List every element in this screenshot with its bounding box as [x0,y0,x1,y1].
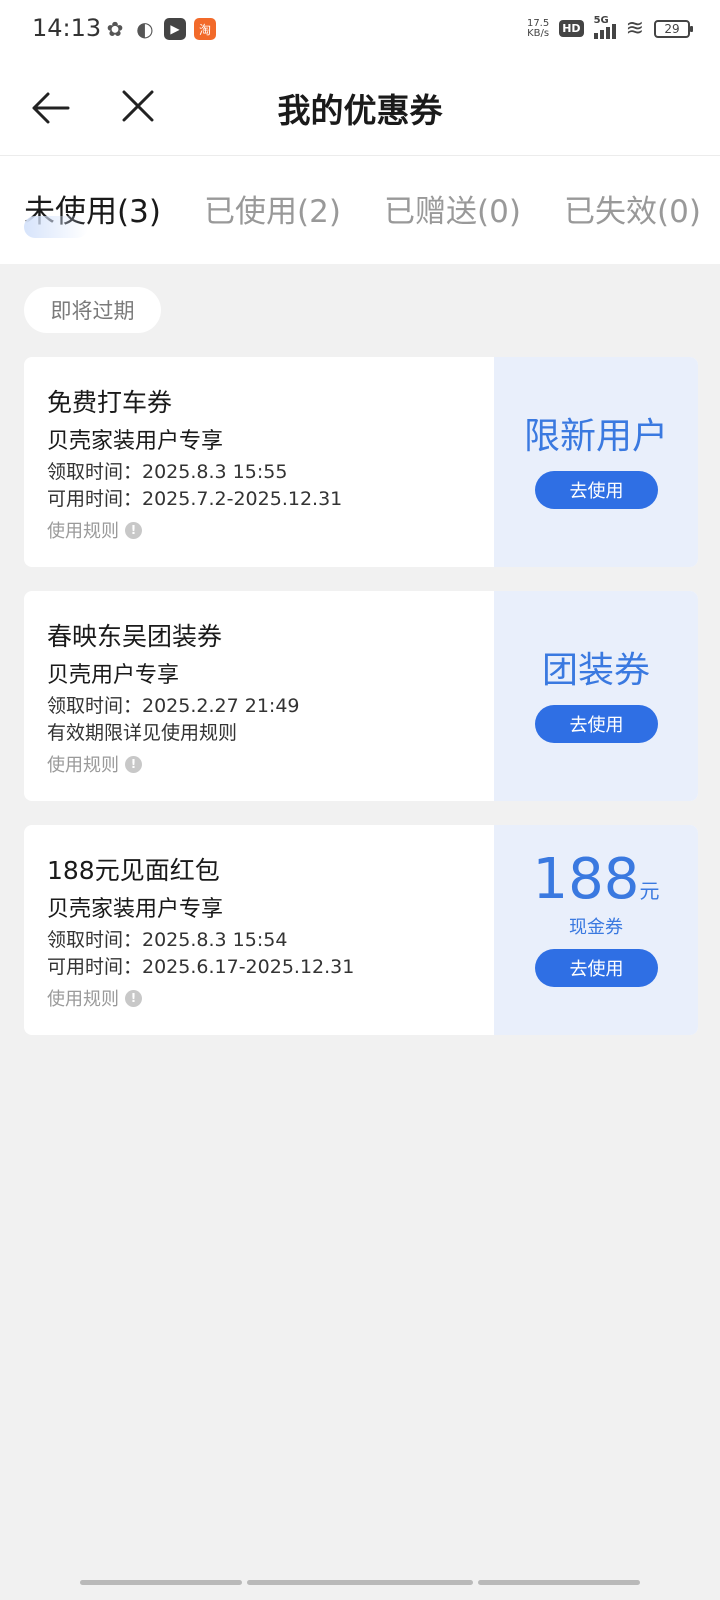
coupon-details: 春映东吴团装券 贝壳用户专享 领取时间：2025.2.27 21:49 有效期限… [24,591,494,801]
navigation-bar [0,1570,720,1600]
coupon-status-tabs: 未使用(3) 已使用(2) 已赠送(0) 已失效(0) [0,156,720,264]
browser-icon: ◐ [136,17,154,41]
expiring-soon-chip[interactable]: 即将过期 [24,287,161,333]
coupon-subtitle: 贝壳家装用户专享 [47,429,224,454]
page-title: 我的优惠券 [277,91,443,130]
network-speed-unit: KB/s [527,27,550,39]
tab-expired[interactable]: 已失效(0) [564,186,701,231]
wifi-icon: ≋ [625,16,644,41]
active-tab-indicator [24,216,88,238]
battery-icon: 29 [654,19,693,38]
nav-segment[interactable] [247,1580,473,1585]
coupon-details: 免费打车券 贝壳家装用户专享 领取时间：2025.8.3 15:55 可用时间：… [24,357,494,567]
coupon-received-time: 领取时间：2025.8.3 15:54 [47,929,288,951]
network-speed-value: 17.5 [526,17,550,29]
tab-gifted[interactable]: 已赠送(0) [384,186,521,231]
taobao-icon: 淘 [194,18,216,40]
coupon-amount-value: 188 [532,847,640,912]
nav-segment [80,1580,242,1585]
coupon-title: 188元见面红包 [47,856,220,885]
coupon-card[interactable]: 免费打车券 贝壳家装用户专享 领取时间：2025.8.3 15:55 可用时间：… [24,357,698,567]
coupon-valid-time: 有效期限详见使用规则 [47,722,238,744]
info-icon: ! [125,521,142,539]
coupon-side-panel: 188元 现金券 去使用 [494,825,698,1035]
use-coupon-button[interactable]: 去使用 [535,705,658,743]
tab-used[interactable]: 已使用(2) [204,186,341,231]
coupon-side-panel: 团装券 去使用 [494,591,698,801]
status-time: 14:13 [32,14,102,42]
wechat-icon: ✿ [106,17,124,41]
coupon-valid-time: 可用时间：2025.6.17-2025.12.31 [47,956,355,978]
video-app-icon: ▶ [164,18,186,40]
info-icon: ! [125,755,142,773]
usage-rules-link[interactable]: 使用规则 ! [47,985,142,1011]
coupon-amount-label: 现金券 [569,917,623,938]
notification-icons: ✿ ◐ ▶ 淘 [104,17,216,41]
info-icon: ! [125,989,142,1007]
coupon-subtitle: 贝壳家装用户专享 [47,897,224,922]
coupon-details: 188元见面红包 贝壳家装用户专享 领取时间：2025.8.3 15:54 可用… [24,825,494,1035]
usage-rules-label: 使用规则 [47,521,119,542]
coupon-card[interactable]: 春映东吴团装券 贝壳用户专享 领取时间：2025.2.27 21:49 有效期限… [24,591,698,801]
battery-level: 29 [664,21,680,36]
use-coupon-button[interactable]: 去使用 [535,949,658,987]
coupon-amount-unit: 元 [639,879,660,903]
coupon-amount: 188元 [494,847,698,912]
network-speed: 17.5 KB/s [526,17,550,39]
hd-icon: HD [559,20,584,37]
coupon-valid-time: 可用时间：2025.7.2-2025.12.31 [47,488,343,510]
coupon-side-panel: 限新用户 去使用 [494,357,698,567]
signal-icon: 5G [593,15,616,39]
status-bar: 14:13 ✿ ◐ ▶ 淘 17.5 KB/s HD 5G ≋ 29 [0,0,720,58]
coupon-received-time: 领取时间：2025.2.27 21:49 [47,695,300,717]
coupon-type-label: 限新用户 [523,416,668,457]
usage-rules-label: 使用规则 [47,989,119,1010]
usage-rules-label: 使用规则 [47,755,119,776]
coupon-card[interactable]: 188元见面红包 贝壳家装用户专享 领取时间：2025.8.3 15:54 可用… [24,825,698,1035]
use-coupon-button[interactable]: 去使用 [535,471,658,509]
usage-rules-link[interactable]: 使用规则 ! [47,517,142,543]
coupon-title: 免费打车券 [47,388,173,417]
usage-rules-link[interactable]: 使用规则 ! [47,751,142,777]
network-type: 5G [593,14,609,26]
coupon-received-time: 领取时间：2025.8.3 15:55 [47,461,288,483]
top-bar: 我的优惠券 [0,58,720,156]
system-indicators: 17.5 KB/s HD 5G ≋ 29 [526,15,693,41]
coupon-type-label: 团装券 [541,650,650,691]
coupon-subtitle: 贝壳用户专享 [47,663,180,688]
coupon-title: 春映东吴团装券 [47,622,223,651]
nav-segment [478,1580,640,1585]
